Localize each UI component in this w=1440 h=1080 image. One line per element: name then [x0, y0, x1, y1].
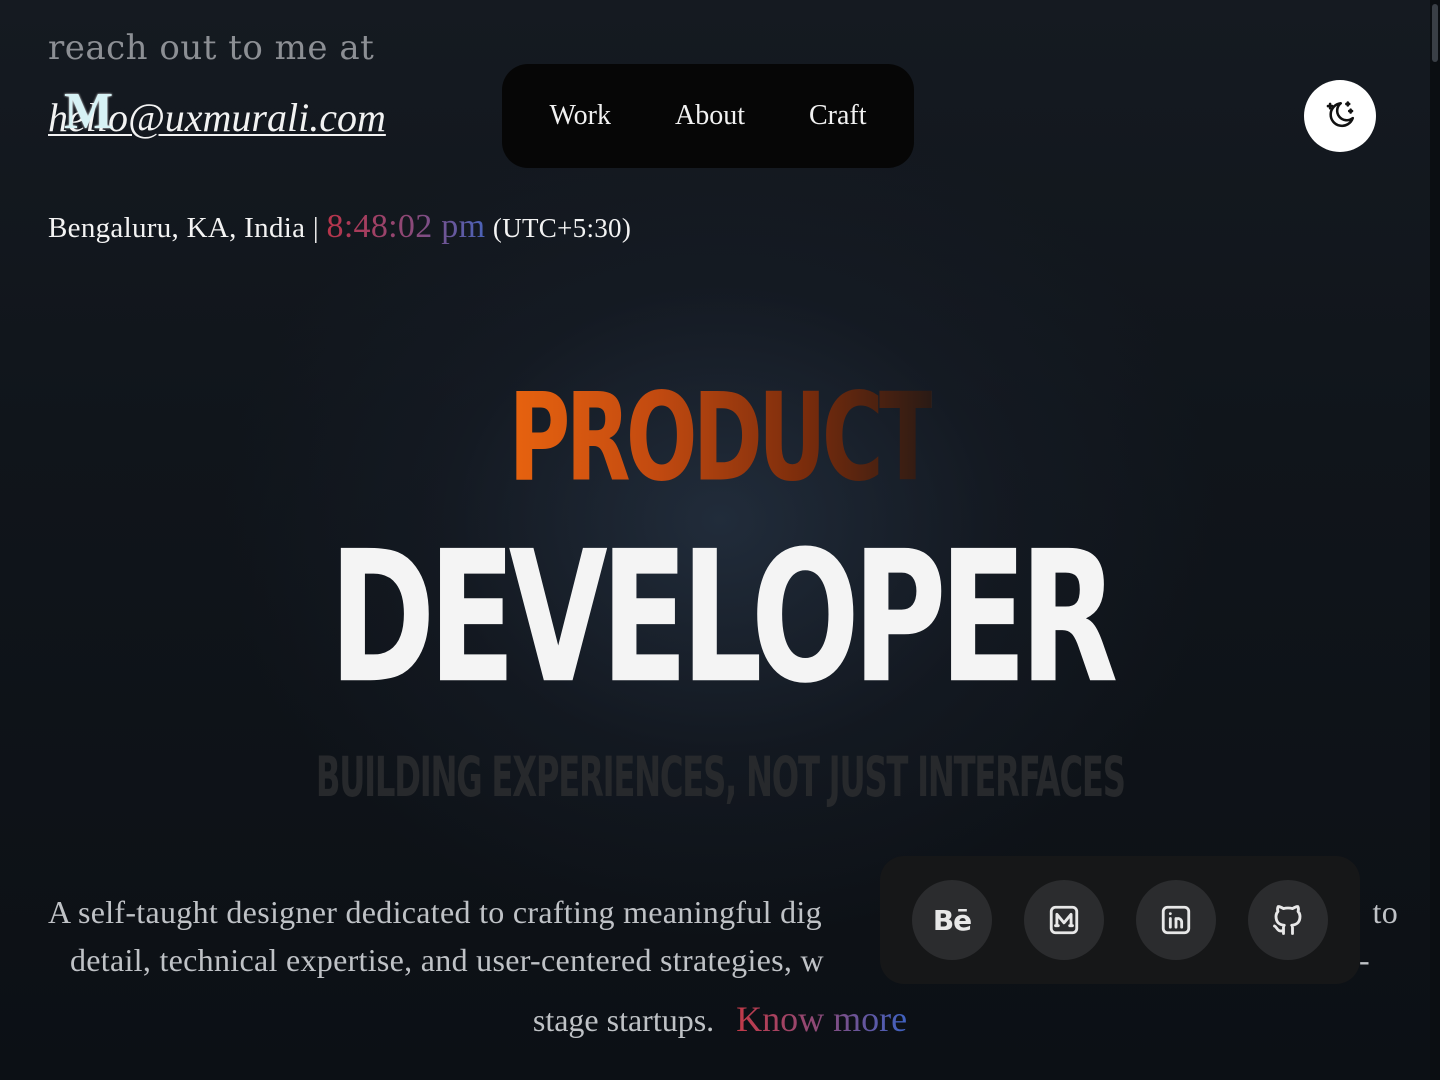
hero-tagline: BUILDING EXPERIENCES, NOT JUST INTERFACE… [315, 746, 1126, 810]
nav-item-work[interactable]: Work [549, 100, 611, 132]
description-line-2-end: - [1359, 942, 1370, 978]
moon-stars-icon [1326, 101, 1355, 128]
description-line-1-end: to [1372, 894, 1398, 930]
local-time: 8:48:02 pm [326, 208, 486, 245]
location-time-line: Bengaluru, KA, India | 8:48:02 pm (UTC+5… [48, 208, 631, 246]
linkedin-icon [1161, 905, 1191, 935]
github-icon [1273, 905, 1302, 935]
medium-button[interactable] [1024, 880, 1104, 960]
timezone: (UTC+5:30) [492, 213, 632, 243]
theme-toggle-button[interactable] [1304, 80, 1376, 152]
page-scrollbar[interactable] [1430, 0, 1440, 1080]
github-button[interactable] [1248, 880, 1328, 960]
main-nav: Work About Craft [502, 64, 914, 168]
description-line-3: stage startups. Know more [0, 998, 1440, 1040]
location-text: Bengaluru, KA, India [48, 212, 306, 244]
know-more-link[interactable]: Know more [736, 999, 907, 1039]
logo-mark[interactable]: M [64, 86, 113, 138]
nav-item-craft[interactable]: Craft [809, 100, 867, 132]
hero-title-product: PRODUCT [508, 368, 936, 509]
reach-out-text: reach out to me at [48, 28, 375, 68]
medium-icon [1049, 905, 1079, 935]
hero-line-2: DEVELOPER [0, 511, 1440, 724]
scrollbar-thumb[interactable] [1432, 4, 1438, 62]
hero-title-developer: DEVELOPER [328, 511, 1118, 724]
description-line-1-text: A self-taught designer dedicated to craf… [48, 894, 822, 930]
portfolio-page: reach out to me at hello@uxmurali.com M … [0, 0, 1440, 1080]
description-line-3-text: stage startups. [532, 1002, 715, 1038]
behance-icon: Bē [932, 903, 972, 937]
nav-item-about[interactable]: About [675, 100, 745, 132]
hero-line-1: PRODUCT [0, 372, 1440, 505]
description-line-2-text: detail, technical expertise, and user-ce… [70, 942, 824, 978]
social-dock: Bē [880, 856, 1360, 984]
hero-line-3: BUILDING EXPERIENCES, NOT JUST INTERFACE… [0, 746, 1440, 810]
separator: | [312, 212, 319, 244]
behance-button[interactable]: Bē [912, 880, 992, 960]
linkedin-button[interactable] [1136, 880, 1216, 960]
